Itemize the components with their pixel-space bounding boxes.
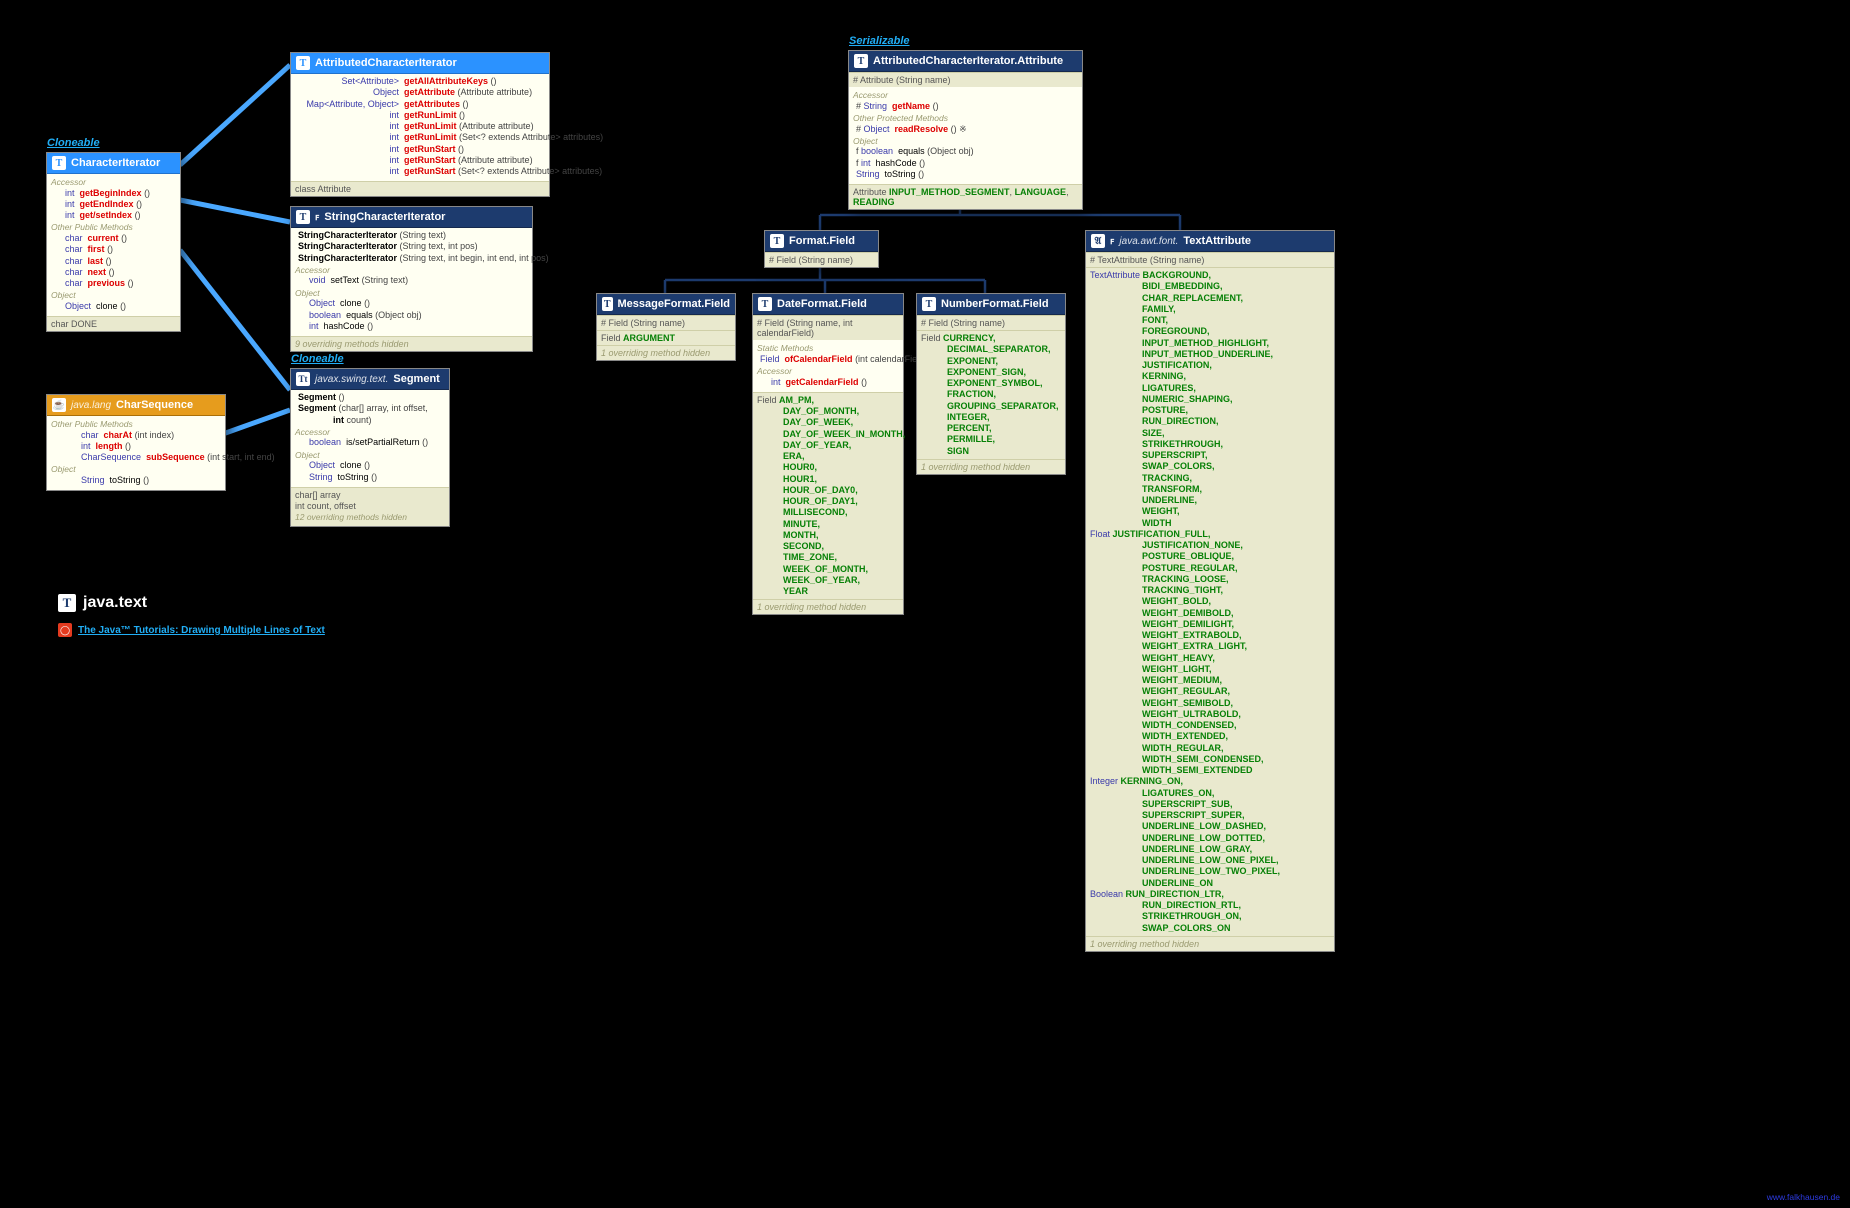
title: TꜰStringCharacterIterator [291,207,532,228]
title: 𝔄ꜰjava.awt.font.TextAttribute [1086,231,1334,252]
stereotype-cloneable: Cloneable [47,137,100,149]
body: Other Public Methodschar charAt (int ind… [47,416,225,490]
class-character-iterator[interactable]: Cloneable TCharacterIterator Accessorint… [46,152,181,332]
tutorial-link[interactable]: The Java™ Tutorials: Drawing Multiple Li… [78,625,325,636]
class-number-format-field[interactable]: TNumberFormat.Field # Field (String name… [916,293,1066,475]
package-icon: T [58,594,76,612]
stereotype-serializable: Serializable [849,35,910,47]
body: Accessor# String getName ()Other Protect… [849,87,1082,184]
class-icon: T [770,234,784,248]
title: Ttjavax.swing.text.Segment [291,369,449,390]
hidden-note: 1 overriding method hidden [917,459,1065,474]
ctor: # Field (String name) [917,315,1065,330]
ctor: # Field (String name) [765,252,878,267]
class-icon: T [602,297,613,311]
body: Static MethodsField ofCalendarField (int… [753,340,903,392]
footer: char[] array int count, offset 12 overri… [291,487,449,526]
ctor: # Field (String name) [597,315,735,330]
class-format-field[interactable]: TFormat.Field # Field (String name) [764,230,879,268]
footer: TextAttribute BACKGROUND,BIDI_EMBEDDING,… [1086,267,1334,936]
title: TAttributedCharacterIterator [291,53,549,74]
hidden-note: 1 overriding method hidden [1086,936,1334,951]
interface-icon: T [52,156,66,170]
ctor: # TextAttribute (String name) [1086,252,1334,267]
class-icon: T [758,297,772,311]
footer: char DONE [47,316,180,331]
title: TAttributedCharacterIterator.Attribute [849,51,1082,72]
footer: Field CURRENCY,DECIMAL_SEPARATOR,EXPONEN… [917,330,1065,459]
interface-icon: T [296,56,310,70]
class-string-character-iterator[interactable]: TꜰStringCharacterIterator StringCharacte… [290,206,533,352]
class-icon: T [854,54,868,68]
footer: class Attribute [291,181,549,196]
body: Segment ()Segment (char[] array, int off… [291,390,449,487]
class-date-format-field[interactable]: TDateFormat.Field # Field (String name, … [752,293,904,615]
body: StringCharacterIterator (String text)Str… [291,228,532,336]
package-title: T java.text [58,594,147,612]
class-icon: Tt [296,372,310,386]
stereotype-cloneable: Cloneable [291,353,344,365]
title: TMessageFormat.Field [597,294,735,315]
ctor: # Attribute (String name) [849,72,1082,87]
class-attributed-character-iterator[interactable]: TAttributedCharacterIterator Set<Attribu… [290,52,550,197]
hidden-note: 1 overriding method hidden [597,345,735,360]
footer: Field ARGUMENT [597,330,735,345]
body: Set<Attribute> getAllAttributeKeys ()Obj… [291,74,549,181]
class-attribute[interactable]: Serializable TAttributedCharacterIterato… [848,50,1083,210]
title: TCharacterIterator [47,153,180,174]
class-icon: 𝔄 [1091,234,1105,248]
class-icon: T [296,210,310,224]
title: TNumberFormat.Field [917,294,1065,315]
hidden-note: 9 overriding methods hidden [291,336,532,351]
title: TDateFormat.Field [753,294,903,315]
ctor: # Field (String name, int calendarField) [753,315,903,340]
footer: Attribute INPUT_METHOD_SEGMENT, LANGUAGE… [849,184,1082,209]
oracle-icon: ◯ [58,623,72,637]
class-segment[interactable]: Cloneable Ttjavax.swing.text.Segment Seg… [290,368,450,527]
footer: Field AM_PM,DAY_OF_MONTH,DAY_OF_WEEK,DAY… [753,392,903,600]
hidden-note: 1 overriding method hidden [753,599,903,614]
site-link[interactable]: www.falkhausen.de [1767,1192,1840,1202]
tutorial-link-row: ◯ The Java™ Tutorials: Drawing Multiple … [58,623,325,637]
class-char-sequence[interactable]: ☕java.langCharSequence Other Public Meth… [46,394,226,491]
class-icon: T [922,297,936,311]
class-text-attribute[interactable]: 𝔄ꜰjava.awt.font.TextAttribute # TextAttr… [1085,230,1335,952]
class-icon: ☕ [52,398,66,412]
title: ☕java.langCharSequence [47,395,225,416]
title: TFormat.Field [765,231,878,252]
body: Accessorint getBeginIndex ()int getEndIn… [47,174,180,316]
class-message-format-field[interactable]: TMessageFormat.Field # Field (String nam… [596,293,736,361]
